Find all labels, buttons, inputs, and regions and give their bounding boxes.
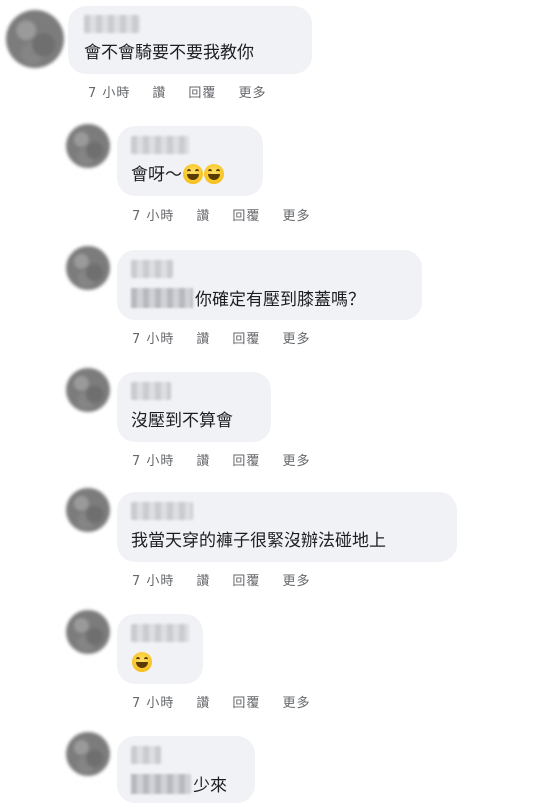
avatar[interactable] xyxy=(66,610,110,654)
reply-button[interactable]: 回覆 xyxy=(188,82,216,101)
author-name-redacted[interactable] xyxy=(84,15,140,33)
comment-actions: 7 小時 讚 回覆 更多 xyxy=(132,328,310,347)
author-name-redacted[interactable] xyxy=(131,624,189,642)
more-button[interactable]: 更多 xyxy=(282,570,310,589)
mention-redacted[interactable] xyxy=(131,774,191,794)
more-button[interactable]: 更多 xyxy=(282,205,310,224)
comment-bubble: 你確定有壓到膝蓋嗎？ xyxy=(117,250,422,320)
author-name-redacted[interactable] xyxy=(131,746,161,764)
comment-bubble: 會呀～ xyxy=(117,126,263,196)
more-button[interactable]: 更多 xyxy=(282,692,310,711)
comment-text: 少來 xyxy=(131,774,227,797)
avatar[interactable] xyxy=(66,732,110,776)
timestamp[interactable]: 7 小時 xyxy=(132,692,174,711)
more-button[interactable]: 更多 xyxy=(282,450,310,469)
timestamp[interactable]: 7 小時 xyxy=(132,450,174,469)
like-button[interactable]: 讚 xyxy=(196,205,210,224)
like-button[interactable]: 讚 xyxy=(196,570,210,589)
avatar[interactable] xyxy=(66,368,110,412)
reply-button[interactable]: 回覆 xyxy=(232,205,260,224)
timestamp[interactable]: 7 小時 xyxy=(132,205,174,224)
more-button[interactable]: 更多 xyxy=(238,82,266,101)
comment-actions: 7 小時 讚 回覆 更多 xyxy=(132,205,310,224)
like-button[interactable]: 讚 xyxy=(196,692,210,711)
comment-text-content: 你確定有壓到膝蓋嗎？ xyxy=(195,290,365,310)
reply-button[interactable]: 回覆 xyxy=(232,692,260,711)
grinning-squinting-face-icon xyxy=(132,652,152,672)
more-button[interactable]: 更多 xyxy=(282,328,310,347)
author-name-redacted[interactable] xyxy=(131,260,173,278)
author-name-redacted[interactable] xyxy=(131,502,193,520)
comment-bubble: 少來 xyxy=(117,736,255,803)
comment-text: 沒壓到不算會 xyxy=(131,411,233,431)
reply-button[interactable]: 回覆 xyxy=(232,570,260,589)
avatar[interactable] xyxy=(66,246,110,290)
like-button[interactable]: 讚 xyxy=(196,450,210,469)
timestamp[interactable]: 7 小時 xyxy=(132,570,174,589)
comment-text: 我當天穿的褲子很緊沒辦法碰地上 xyxy=(131,531,386,551)
author-name-redacted[interactable] xyxy=(131,382,171,400)
comment-actions: 7 小時 讚 回覆 更多 xyxy=(132,450,310,469)
comment-text: 會呀～ xyxy=(131,164,224,186)
comment-actions: 7 小時 讚 回覆 更多 xyxy=(88,82,266,101)
reply-button[interactable]: 回覆 xyxy=(232,450,260,469)
timestamp[interactable]: 7 小時 xyxy=(88,82,130,101)
comment-text: 會不會騎要不要我教你 xyxy=(84,43,254,63)
comment-actions: 7 小時 讚 回覆 更多 xyxy=(132,570,310,589)
avatar[interactable] xyxy=(66,124,110,168)
comment-bubble: 沒壓到不算會 xyxy=(117,372,271,442)
like-button[interactable]: 讚 xyxy=(196,328,210,347)
comment-actions: 7 小時 讚 回覆 更多 xyxy=(132,692,310,711)
comment-text-content: 會呀～ xyxy=(131,165,182,185)
timestamp[interactable]: 7 小時 xyxy=(132,328,174,347)
author-name-redacted[interactable] xyxy=(131,136,189,154)
comment-text-content: 少來 xyxy=(193,776,227,796)
comment-bubble: 我當天穿的褲子很緊沒辦法碰地上 xyxy=(117,492,457,562)
comment-bubble xyxy=(117,614,203,684)
comment-bubble: 會不會騎要不要我教你 xyxy=(68,6,312,74)
avatar[interactable] xyxy=(6,10,64,68)
grinning-squinting-face-icon xyxy=(183,164,203,184)
mention-redacted[interactable] xyxy=(131,288,193,308)
reply-button[interactable]: 回覆 xyxy=(232,328,260,347)
comment-text: 你確定有壓到膝蓋嗎？ xyxy=(131,288,365,311)
grinning-squinting-face-icon xyxy=(204,164,224,184)
like-button[interactable]: 讚 xyxy=(152,82,166,101)
avatar[interactable] xyxy=(66,488,110,532)
comment-text xyxy=(131,652,152,674)
